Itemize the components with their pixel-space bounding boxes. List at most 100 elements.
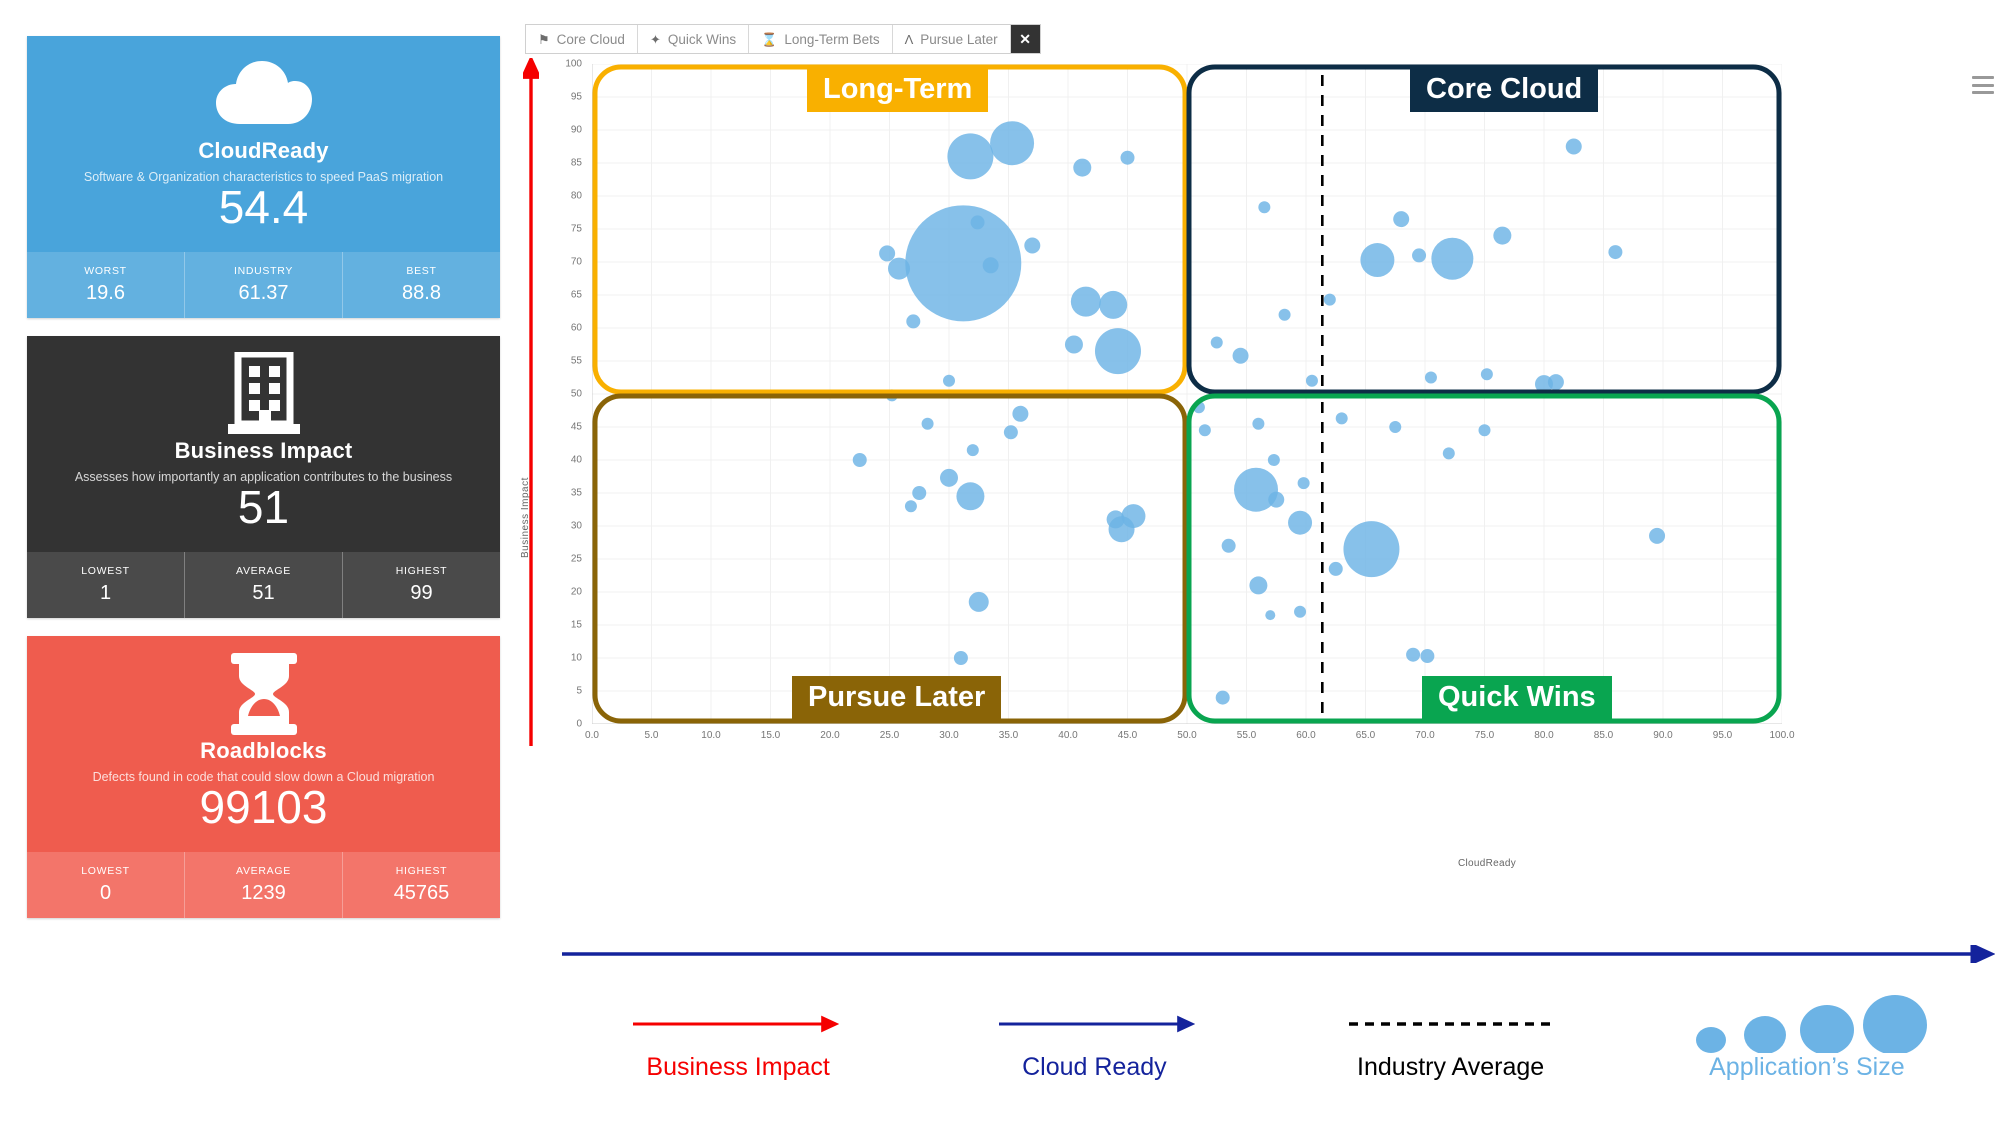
navy-arrow-icon xyxy=(987,995,1202,1053)
building-icon xyxy=(226,352,302,436)
kpi-stats-row: WORST 19.6 INDUSTRY 61.37 BEST 88.8 xyxy=(27,252,500,318)
x-axis-tick: 50.0 xyxy=(1177,730,1197,741)
menu-bar xyxy=(1972,91,1994,94)
business-impact-axis-arrow xyxy=(523,58,539,746)
legend-item-cloud-ready: Cloud Ready xyxy=(916,995,1272,1082)
quadrant-label-long-term[interactable]: Long-Term xyxy=(807,68,989,113)
x-axis-tick: 20.0 xyxy=(820,730,840,741)
x-axis-tick: 25.0 xyxy=(879,730,900,741)
y-axis-tick: 70 xyxy=(570,256,582,268)
y-axis-tick: 100 xyxy=(565,58,582,70)
kpi-stat: BEST 88.8 xyxy=(342,252,500,318)
y-axis-tick: 50 xyxy=(570,388,582,400)
kpi-stat: INDUSTRY 61.37 xyxy=(184,252,342,318)
kpi-stat-label: LOWEST xyxy=(81,565,130,577)
kpi-stat-value: 1239 xyxy=(241,882,286,904)
x-axis-tick: 40.0 xyxy=(1058,730,1078,741)
x-axis-tick: 80.0 xyxy=(1534,730,1554,741)
kpi-stat-value: 0 xyxy=(99,882,112,904)
y-axis-tick: 65 xyxy=(570,289,582,301)
legend-label: Industry Average xyxy=(1357,1053,1545,1081)
kpi-card-roadblocks[interactable]: Roadblocks Defects found in code that co… xyxy=(27,636,500,918)
kpi-stat: HIGHEST 45765 xyxy=(342,852,500,918)
legend-label: Cloud Ready xyxy=(1022,1053,1167,1081)
hourglass-icon: ⌛ xyxy=(761,31,778,47)
filter-button-pursue-later[interactable]: Ʌ Pursue Later xyxy=(891,25,1010,53)
y-axis-tick: 80 xyxy=(570,190,582,202)
x-axis-title: CloudReady xyxy=(1458,858,1517,869)
y-axis-tick: 20 xyxy=(570,586,582,598)
kpi-value: 51 xyxy=(237,481,290,533)
close-icon[interactable]: ✕ xyxy=(1009,25,1040,53)
kpi-card-body: CloudReady Software & Organization chara… xyxy=(27,36,500,252)
y-axis-tick: 5 xyxy=(576,685,582,697)
x-axis-tick: 65.0 xyxy=(1355,730,1376,741)
quadrant-label-core-cloud[interactable]: Core Cloud xyxy=(1410,68,1599,113)
filter-button-quick-wins[interactable]: ✦ Quick Wins xyxy=(636,25,749,53)
legend-label: Application’s Size xyxy=(1709,1053,1905,1081)
x-axis-tick: 100.0 xyxy=(1769,730,1795,741)
kpi-stat-label: HIGHEST xyxy=(395,865,448,877)
cloud-ready-axis-arrow xyxy=(562,945,1995,963)
x-axis-tick: 60.0 xyxy=(1296,730,1316,741)
y-axis-ticks: 0 5 10 15 20 25 30 35 40 45 50 55 60 65 70 75 80 85 90 95 10… xyxy=(538,58,582,730)
y-axis-tick: 0 xyxy=(576,718,582,730)
red-arrow-icon xyxy=(631,995,846,1053)
filter-label: Core Cloud xyxy=(556,31,625,47)
kpi-card-business-impact[interactable]: Business Impact Assesses how importantly… xyxy=(27,336,500,618)
magic-wand-icon: ✦ xyxy=(649,31,661,47)
kpi-stat-value: 51 xyxy=(252,582,275,604)
y-axis-tick: 30 xyxy=(570,520,582,532)
kpi-card-body: Roadblocks Defects found in code that co… xyxy=(27,636,500,852)
kpi-stat-label: INDUSTRY xyxy=(233,265,294,277)
y-axis-tick: 95 xyxy=(570,91,582,103)
y-axis-tick: 15 xyxy=(570,619,582,631)
hourglass-icon xyxy=(229,652,299,736)
kpi-stat-label: WORST xyxy=(84,265,127,277)
x-axis-ticks: 0.0 5.0 10.0 15.0 20.0 25.0 30.0 35.0 40.0 45.0 50… xyxy=(585,730,1794,750)
dashed-line-icon xyxy=(1343,995,1558,1053)
kpi-value: 99103 xyxy=(199,781,328,833)
kpi-stat-label: LOWEST xyxy=(81,865,130,877)
y-axis-tick: 90 xyxy=(570,124,582,136)
kpi-stat-label: BEST xyxy=(406,265,437,277)
hamburger-menu-icon[interactable] xyxy=(1972,76,1994,94)
kpi-stat: LOWEST 1 xyxy=(27,552,184,618)
x-axis-tick: 5.0 xyxy=(644,730,659,741)
bubble-scale-icon xyxy=(1687,995,1927,1053)
y-axis-tick: 10 xyxy=(570,652,582,664)
y-axis-tick: 60 xyxy=(570,322,582,334)
y-axis-tick: 55 xyxy=(570,355,582,367)
filter-button-long-term-bets[interactable]: ⌛ Long-Term Bets xyxy=(748,25,892,53)
kpi-stat: HIGHEST 99 xyxy=(342,552,500,618)
kpi-stat-value: 88.8 xyxy=(402,282,441,304)
kpi-stat-value: 1 xyxy=(99,582,112,604)
filter-label: Quick Wins xyxy=(667,31,737,47)
filter-label: Pursue Later xyxy=(920,31,998,47)
x-axis-tick: 35.0 xyxy=(998,730,1019,741)
kpi-card-cloudready[interactable]: CloudReady Software & Organization chara… xyxy=(27,36,500,318)
quadrant-label-quick-wins[interactable]: Quick Wins xyxy=(1422,675,1612,720)
kpi-stat: WORST 19.6 xyxy=(27,252,184,318)
x-axis-tick: 10.0 xyxy=(701,730,721,741)
quadrant-label-pursue-later[interactable]: Pursue Later xyxy=(792,675,1002,720)
cloud-icon xyxy=(212,52,316,136)
legend-item-application-size: Application’s Size xyxy=(1629,995,1985,1082)
filter-label: Long-Term Bets xyxy=(784,31,880,47)
quadrant-outlines xyxy=(592,64,1782,724)
kpi-stat: LOWEST 0 xyxy=(27,852,184,918)
plot-area[interactable]: Long-Term Core Cloud Pursue Later Quick … xyxy=(592,64,1782,724)
kpi-stat: AVERAGE 1239 xyxy=(184,852,342,918)
y-axis-tick: 85 xyxy=(570,157,582,169)
chart-legend: Business Impact Cloud Ready Industry Ave… xyxy=(560,995,1985,1105)
x-axis-tick: 55.0 xyxy=(1236,730,1257,741)
x-axis-tick: 15.0 xyxy=(760,730,781,741)
filter-button-core-cloud[interactable]: ⚑ Core Cloud xyxy=(526,25,637,53)
x-axis-tick: 0.0 xyxy=(585,730,599,741)
legend-item-industry-average: Industry Average xyxy=(1273,995,1629,1082)
kpi-stat-label: AVERAGE xyxy=(236,565,291,577)
kpi-stat-value: 45765 xyxy=(393,882,450,904)
kpi-title: Roadblocks xyxy=(200,738,327,763)
binoculars-icon: Ʌ xyxy=(904,31,914,47)
x-axis-tick: 75.0 xyxy=(1474,730,1495,741)
